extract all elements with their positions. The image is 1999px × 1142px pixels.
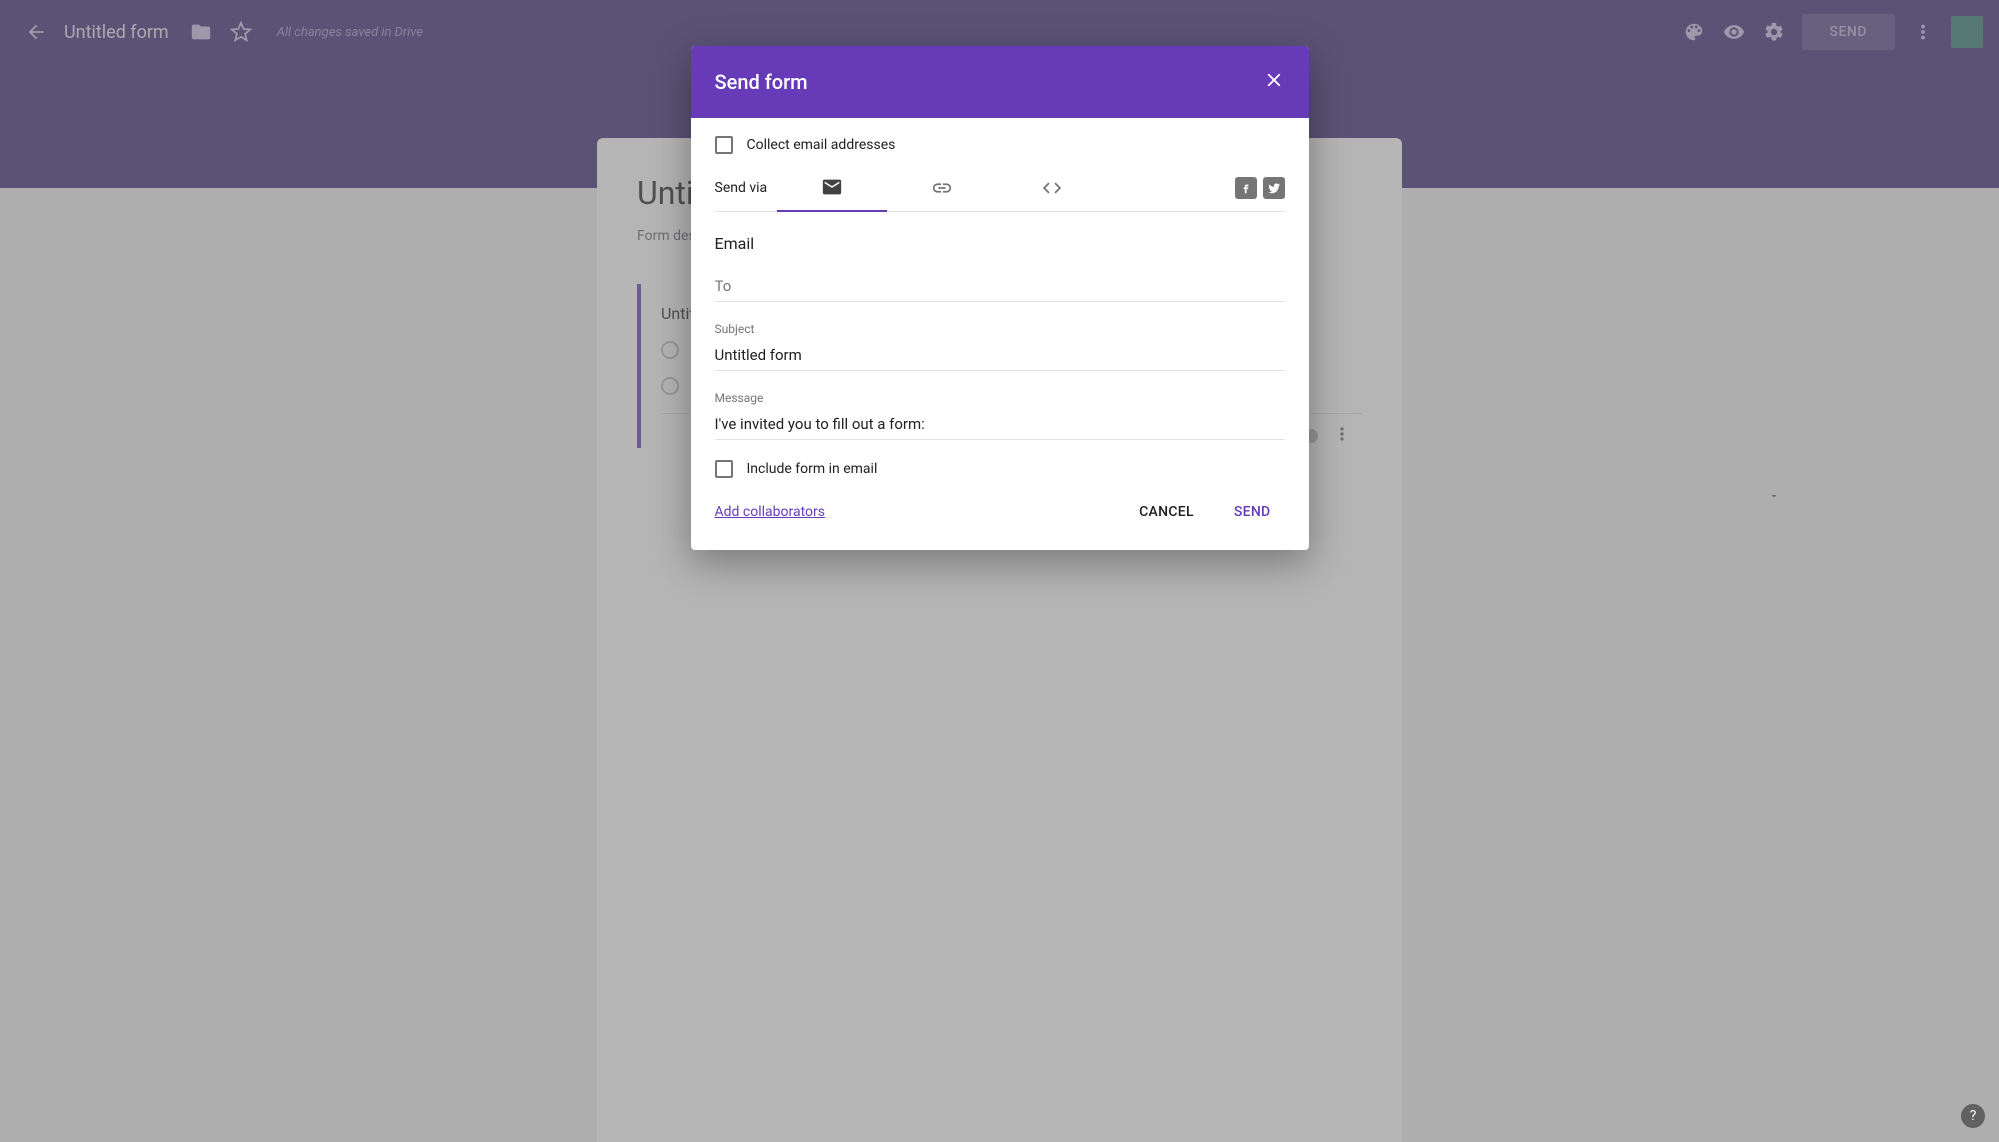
dialog-title: Send form	[715, 70, 808, 94]
include-form-row: Include form in email	[715, 460, 1285, 478]
collect-email-checkbox[interactable]	[715, 136, 733, 154]
tab-embed[interactable]	[997, 164, 1107, 212]
message-input[interactable]	[715, 409, 1285, 440]
cancel-button[interactable]: CANCEL	[1125, 496, 1208, 528]
send-via-tabs: Send via	[715, 164, 1285, 212]
include-form-checkbox[interactable]	[715, 460, 733, 478]
send-form-dialog: Send form Collect email addresses Send v…	[691, 46, 1309, 550]
subject-label: Subject	[715, 322, 1285, 336]
tab-link[interactable]	[887, 164, 997, 212]
dialog-header: Send form	[691, 46, 1309, 118]
to-field	[715, 271, 1285, 302]
close-icon[interactable]	[1263, 69, 1285, 95]
tab-email[interactable]	[777, 164, 887, 212]
send-button[interactable]: SEND	[1220, 496, 1285, 528]
subject-input[interactable]	[715, 340, 1285, 371]
to-input[interactable]	[715, 271, 1285, 302]
dialog-footer: Add collaborators CANCEL SEND	[691, 482, 1309, 550]
message-field: Message	[715, 391, 1285, 440]
send-via-label: Send via	[715, 180, 768, 196]
twitter-icon[interactable]	[1263, 177, 1285, 199]
help-icon[interactable]: ?	[1961, 1104, 1985, 1128]
message-label: Message	[715, 391, 1285, 405]
social-share	[1235, 177, 1285, 199]
collect-email-row: Collect email addresses	[715, 136, 1285, 154]
email-section-title: Email	[715, 234, 1285, 253]
collect-email-label: Collect email addresses	[747, 137, 896, 153]
facebook-icon[interactable]	[1235, 177, 1257, 199]
add-collaborators-link[interactable]: Add collaborators	[715, 504, 825, 520]
include-form-label: Include form in email	[747, 461, 878, 477]
subject-field: Subject	[715, 322, 1285, 371]
